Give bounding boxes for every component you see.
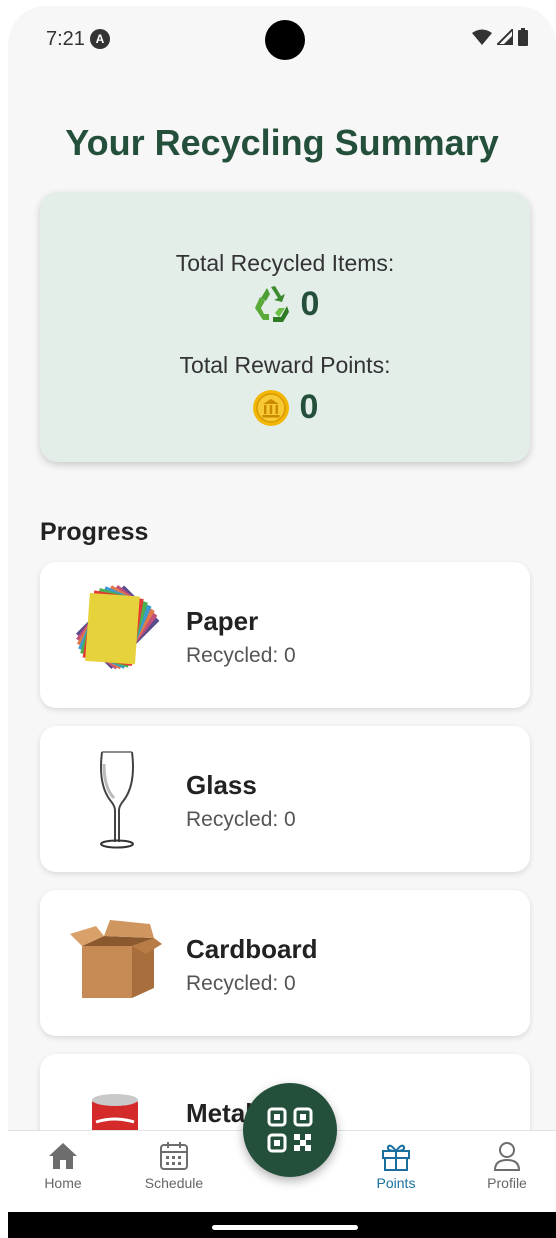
status-icons <box>472 28 528 46</box>
nav-label: Profile <box>487 1175 527 1191</box>
nav-item-points[interactable]: Points <box>351 1141 441 1191</box>
progress-item-name: Cardboard <box>186 934 318 964</box>
wine-glass-icon <box>100 751 134 849</box>
nav-label: Home <box>44 1175 82 1191</box>
progress-item-name: Glass <box>186 770 257 800</box>
status-bar: 7:21 A <box>8 6 556 76</box>
recycled-items-value: 0 <box>300 284 320 323</box>
person-icon <box>493 1142 521 1171</box>
progress-title: Progress <box>40 518 149 546</box>
recycled-items-row: 0 <box>40 284 530 324</box>
calendar-icon <box>160 1142 188 1170</box>
recycle-icon <box>254 286 289 322</box>
gesture-area <box>8 1212 556 1238</box>
progress-item-name: Paper <box>186 606 259 636</box>
reward-points-row: 0 <box>40 388 530 427</box>
scan-qr-button[interactable] <box>243 1083 337 1177</box>
notification-badge-icon: A <box>90 29 110 49</box>
app-screen: 7:21 A Your Recycling Summary Total Recy… <box>8 6 556 1238</box>
summary-card: Total Recycled Items: 0 Total Reward Poi… <box>40 192 530 462</box>
progress-card-paper[interactable]: Paper Recycled: 0 <box>40 562 530 708</box>
recycled-items-label: Total Recycled Items: <box>175 250 395 276</box>
reward-points-value: 0 <box>299 388 319 426</box>
progress-card-cardboard[interactable]: Cardboard Recycled: 0 <box>40 890 530 1036</box>
nav-item-home[interactable]: Home <box>18 1141 108 1191</box>
page-title: Your Recycling Summary <box>65 122 499 163</box>
qr-code-icon <box>267 1107 313 1153</box>
progress-item-count: Recycled: 0 <box>186 808 296 831</box>
cardboard-box-icon <box>70 920 162 998</box>
nav-item-profile[interactable]: Profile <box>462 1141 552 1191</box>
progress-item-count: Recycled: 0 <box>186 972 296 995</box>
coin-icon <box>252 389 289 426</box>
gift-icon <box>382 1144 410 1171</box>
progress-card-glass[interactable]: Glass Recycled: 0 <box>40 726 530 872</box>
nav-item-schedule[interactable]: Schedule <box>129 1141 219 1191</box>
nav-label: Points <box>376 1175 416 1191</box>
camera-cutout <box>265 20 305 60</box>
signal-icon <box>497 29 513 45</box>
progress-item-count: Recycled: 0 <box>186 644 296 667</box>
home-gesture-bar[interactable] <box>212 1225 358 1230</box>
home-icon <box>49 1143 77 1169</box>
status-time: 7:21 <box>46 28 85 50</box>
reward-points-label: Total Reward Points: <box>179 352 391 378</box>
nav-label: Schedule <box>144 1175 204 1191</box>
wifi-icon <box>472 29 492 45</box>
battery-icon <box>518 28 528 46</box>
paper-stack-icon <box>75 585 160 670</box>
